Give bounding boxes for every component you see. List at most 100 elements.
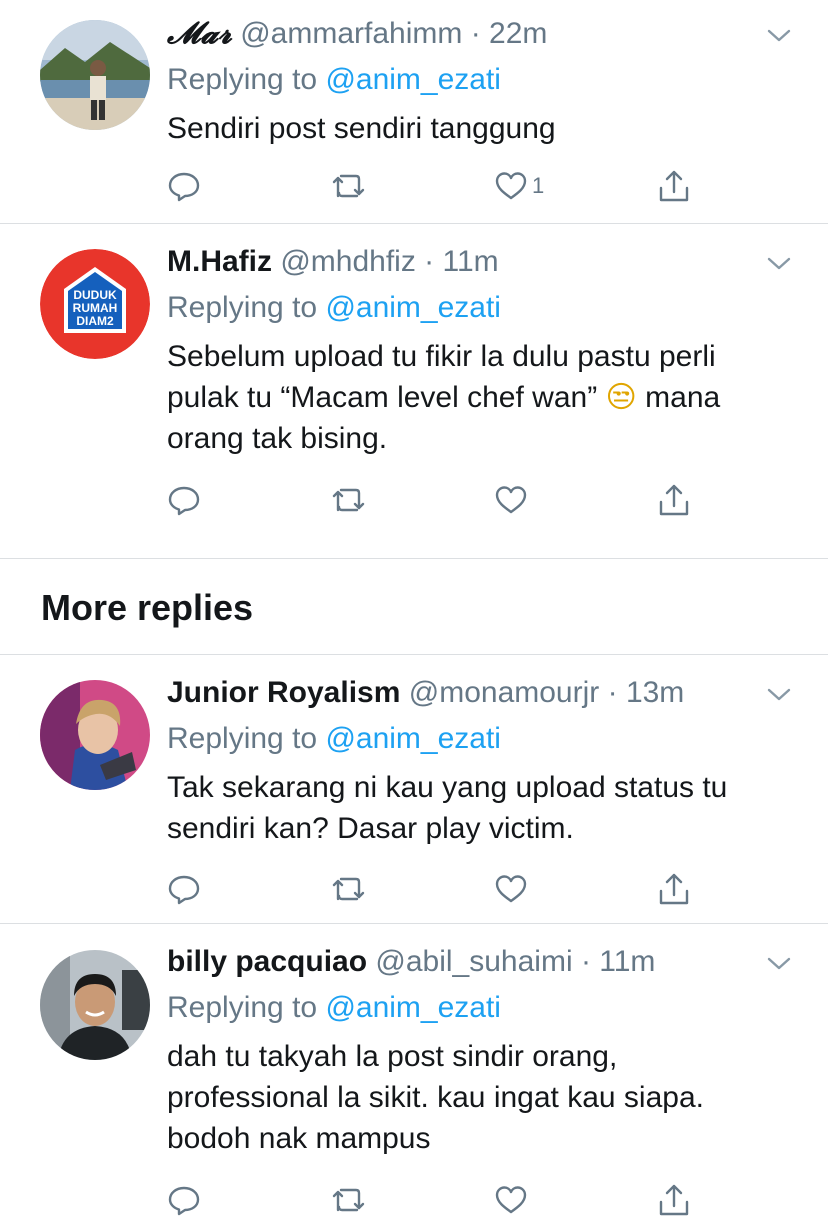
replying-to-line: Replying to @anim_ezati: [167, 721, 798, 757]
tweet-text-line: dah tu takyah la post sindir orang,: [167, 1040, 618, 1073]
tweet-text-line: bodoh nak mampus: [167, 1122, 431, 1155]
tweet-text-segment: mana: [645, 381, 721, 414]
tweet-text-line: pulak tu “Macam level chef wan” 😒 mana: [167, 377, 798, 418]
reply-button[interactable]: [167, 166, 201, 206]
share-icon: [659, 873, 689, 905]
reply-icon: [168, 486, 200, 516]
reply-button[interactable]: [167, 869, 201, 909]
like-icon: [495, 1186, 527, 1214]
share-button[interactable]: [657, 1180, 691, 1220]
more-replies-title: More replies: [41, 587, 254, 628]
tweet-reply[interactable]: Junior Royalism @monamourjr · 13m Replyi…: [0, 655, 828, 924]
retweet-icon: [332, 1188, 365, 1212]
tweet-text-line: Sebelum upload tu fikir la dulu pastu pe…: [167, 340, 716, 373]
replying-to-line: Replying to @anim_ezati: [167, 290, 798, 326]
tweet-actions: [167, 480, 707, 520]
share-icon: [659, 484, 689, 516]
separator-dot: ·: [415, 245, 443, 278]
tweet-header: billy pacquiao @abil_suhaimi · 11m: [167, 944, 798, 980]
tweet-header: M.Hafiz @mhdhfiz · 11m: [167, 244, 798, 280]
retweet-icon: [332, 877, 365, 901]
avatar[interactable]: DUDUK RUMAH DIAM2: [40, 249, 150, 359]
like-button[interactable]: 1: [494, 166, 544, 206]
replying-to-prefix: Replying to: [167, 63, 326, 96]
timestamp[interactable]: 11m: [599, 945, 655, 978]
replying-to-mention[interactable]: @anim_ezati: [325, 291, 501, 324]
tweet-reply[interactable]: billy pacquiao @abil_suhaimi · 11m Reply…: [0, 924, 828, 1232]
like-icon: [495, 486, 527, 514]
replying-to-prefix: Replying to: [167, 722, 326, 755]
chevron-down-icon[interactable]: [766, 250, 792, 276]
display-name[interactable]: Junior Royalism: [167, 676, 400, 709]
like-icon: [495, 172, 527, 200]
reply-button[interactable]: [167, 1180, 201, 1220]
separator-dot: ·: [599, 676, 626, 709]
retweet-button[interactable]: [330, 1180, 368, 1220]
replying-to-mention[interactable]: @anim_ezati: [325, 991, 501, 1024]
reply-icon: [168, 875, 200, 905]
avatar[interactable]: [40, 680, 150, 790]
tweet-text-line: sendiri kan? Dasar play victim.: [167, 812, 574, 845]
avatar-logo-text: DUDUK: [73, 288, 117, 302]
tweet-text-line: Tak sekarang ni kau yang upload status t…: [167, 771, 728, 804]
user-handle[interactable]: @mhdhfiz: [280, 245, 416, 278]
display-name[interactable]: 𝓜𝓪𝓻: [167, 16, 232, 51]
tweet-actions: [167, 1180, 707, 1220]
share-button[interactable]: [657, 480, 691, 520]
tweet-header: Junior Royalism @monamourjr · 13m: [167, 675, 798, 711]
chevron-down-icon[interactable]: [766, 681, 792, 707]
tweet-text: Sendiri post sendiri tanggung: [167, 112, 556, 145]
chevron-down-icon[interactable]: [766, 950, 792, 976]
timestamp[interactable]: 11m: [443, 245, 499, 278]
tweet-text: Sebelum upload tu fikir la dulu pastu pe…: [167, 336, 798, 459]
display-name[interactable]: M.Hafiz: [167, 245, 272, 278]
replying-to-mention[interactable]: @anim_ezati: [325, 63, 501, 96]
replying-to-line: Replying to @anim_ezati: [167, 990, 798, 1026]
chevron-down-icon[interactable]: [766, 22, 792, 48]
user-handle[interactable]: @abil_suhaimi: [375, 945, 572, 978]
tweet-reply[interactable]: DUDUK RUMAH DIAM2 M.Hafiz @mhdhfiz · 11m…: [0, 224, 828, 559]
user-handle[interactable]: @ammarfahimm: [240, 17, 462, 50]
avatar[interactable]: [40, 20, 150, 130]
replying-to-prefix: Replying to: [167, 291, 326, 324]
replying-to-line: Replying to @anim_ezati: [167, 62, 798, 98]
retweet-button[interactable]: [330, 480, 368, 520]
reply-button[interactable]: [167, 480, 201, 520]
replying-to-prefix: Replying to: [167, 991, 326, 1024]
retweet-icon: [332, 174, 365, 198]
retweet-icon: [332, 488, 365, 512]
like-button[interactable]: [494, 1180, 528, 1220]
share-icon: [659, 170, 689, 202]
tweet-text-line: orang tak bising.: [167, 422, 388, 455]
timestamp[interactable]: 22m: [489, 17, 547, 50]
tweet-actions: [167, 869, 707, 909]
share-button[interactable]: [657, 869, 691, 909]
reply-icon: [168, 1186, 200, 1216]
separator-dot: ·: [572, 945, 600, 978]
tweet-text: dah tu takyah la post sindir orang, prof…: [167, 1036, 798, 1159]
avatar-logo-text: DIAM2: [76, 314, 114, 328]
user-handle[interactable]: @monamourjr: [409, 676, 600, 709]
share-icon: [659, 1184, 689, 1216]
display-name[interactable]: billy pacquiao: [167, 945, 367, 978]
like-count: 1: [532, 173, 545, 198]
like-icon: [495, 875, 527, 903]
like-button[interactable]: [494, 480, 528, 520]
tweet-text: Tak sekarang ni kau yang upload status t…: [167, 767, 798, 849]
avatar[interactable]: [40, 950, 150, 1060]
separator-dot: ·: [462, 17, 490, 50]
tweet-header: 𝓜𝓪𝓻 @ammarfahimm · 22m: [167, 16, 798, 52]
replying-to-mention[interactable]: @anim_ezati: [325, 722, 501, 755]
tweet-text-segment: pulak tu “Macam level chef wan”: [167, 381, 598, 414]
retweet-button[interactable]: [330, 869, 368, 909]
timestamp[interactable]: 13m: [626, 676, 684, 709]
tweet-reply[interactable]: 𝓜𝓪𝓻 @ammarfahimm · 22m Replying to @anim…: [0, 0, 828, 224]
retweet-button[interactable]: [330, 166, 368, 206]
avatar-logo-text: RUMAH: [73, 301, 118, 315]
share-button[interactable]: [657, 166, 691, 206]
like-button[interactable]: [494, 869, 528, 909]
unamused-face-emoji: 😒: [605, 380, 637, 415]
tweet-actions: 1: [167, 166, 707, 206]
reply-icon: [168, 172, 200, 202]
more-replies-header: More replies: [0, 559, 828, 655]
